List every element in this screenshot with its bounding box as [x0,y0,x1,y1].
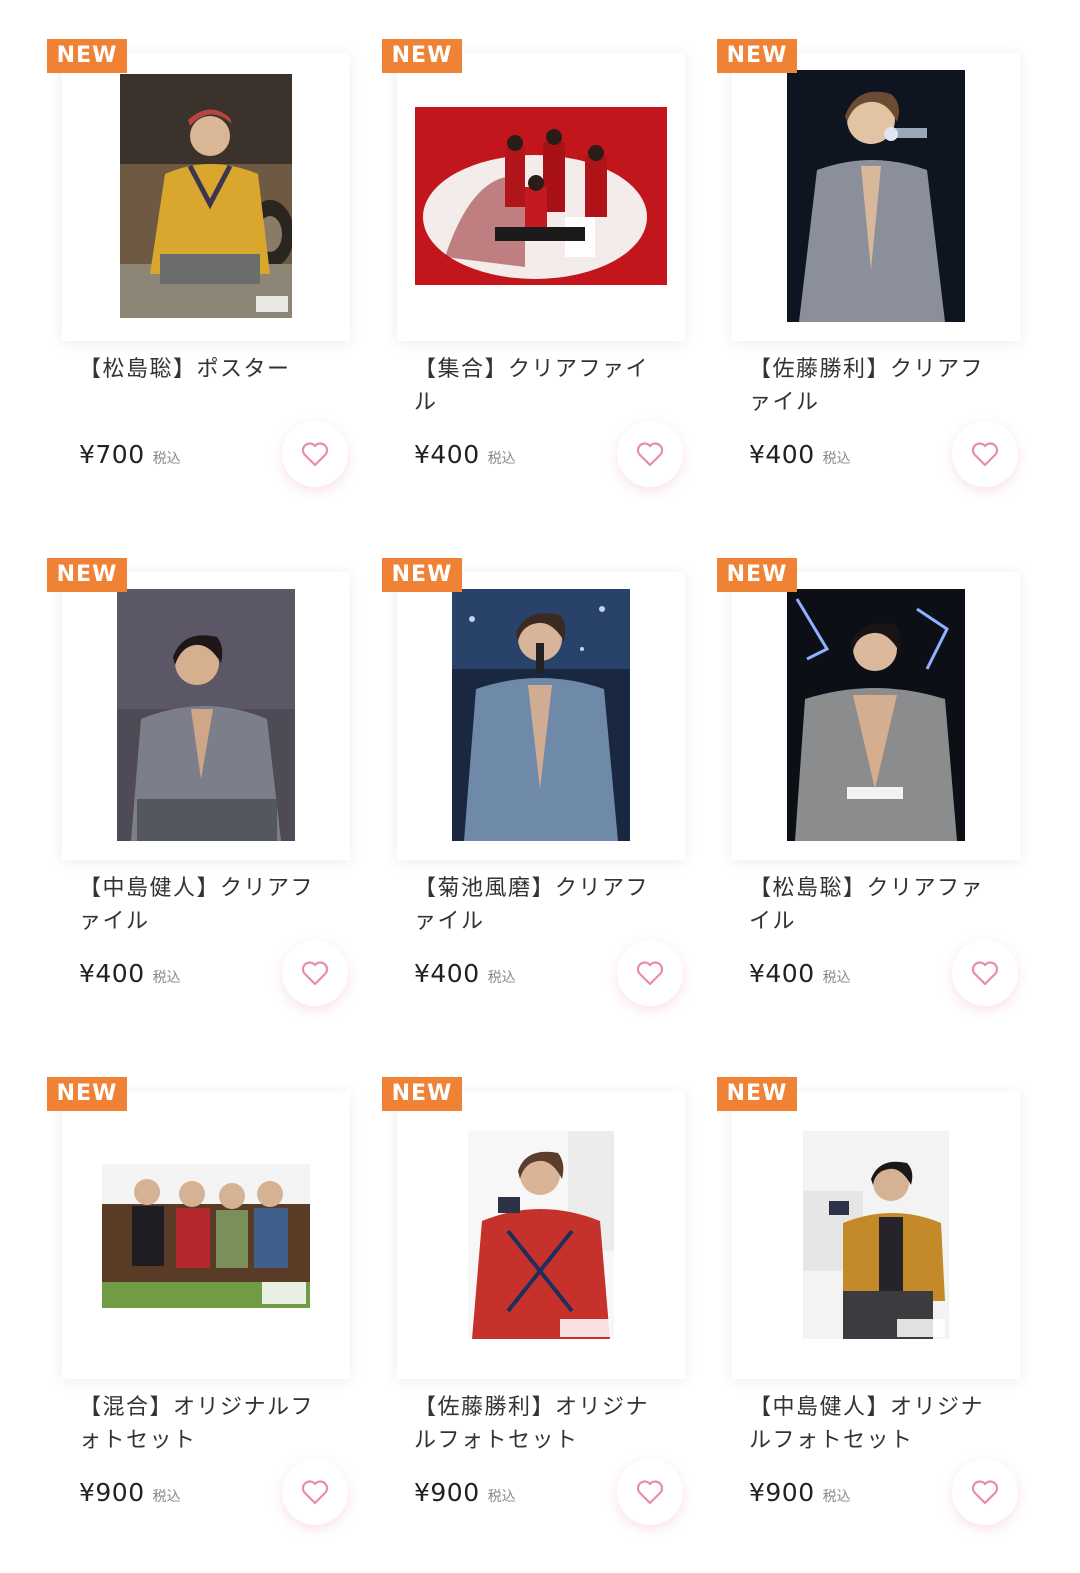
new-badge: NEW [47,39,127,73]
product-title[interactable]: 【菊池風磨】クリアファイル [414,872,654,938]
tax-label: 税込 [487,1489,516,1505]
favorite-button[interactable] [282,421,348,487]
product-title[interactable]: 【混合】オリジナルフォトセット [79,1391,319,1457]
product-price: ¥900 [749,1478,815,1507]
product-card[interactable]: NEW 【混合】オリジナルフォトセット ¥900 税込 [47,1073,350,1573]
new-badge: NEW [382,558,462,592]
product-card[interactable]: NEW 【佐藤勝利】オリジナルフォトセット ¥900 税込 [382,1073,685,1573]
price-row: ¥400 税込 [414,440,516,480]
tax-label: 税込 [152,1489,181,1505]
heart-outline-icon [971,442,999,467]
tax-label: 税込 [152,451,181,467]
product-thumbnail[interactable] [732,53,1020,341]
tax-label: 税込 [487,451,516,467]
price-row: ¥400 税込 [414,959,516,999]
product-thumbnail[interactable] [62,572,350,860]
new-badge: NEW [382,39,462,73]
favorite-button[interactable] [282,940,348,1006]
tax-label: 税込 [487,970,516,986]
new-badge: NEW [717,558,797,592]
new-badge: NEW [47,1077,127,1111]
product-card[interactable]: NEW 【中島健人】クリアファイル ¥400 税込 [47,554,350,1054]
product-image [787,589,965,841]
price-row: ¥400 税込 [749,959,851,999]
heart-outline-icon [971,1480,999,1505]
new-badge: NEW [382,1077,462,1111]
tax-label: 税込 [822,970,851,986]
product-card[interactable]: NEW 【松島聡】ポスター ¥700 税込 [47,35,350,535]
product-thumbnail[interactable] [732,572,1020,860]
heart-outline-icon [636,442,664,467]
heart-outline-icon [301,961,329,986]
product-card[interactable]: NEW 【佐藤勝利】クリアファイル ¥400 税込 [717,35,1020,535]
heart-outline-icon [301,1480,329,1505]
product-image [415,107,667,285]
product-card[interactable]: NEW 【菊池風磨】クリアファイル ¥400 税込 [382,554,685,1054]
tax-label: 税込 [822,1489,851,1505]
product-title[interactable]: 【中島健人】オリジナルフォトセット [749,1391,989,1457]
product-image [787,70,965,322]
product-image [468,1131,614,1339]
favorite-button[interactable] [952,1459,1018,1525]
product-image [102,1164,310,1308]
product-price: ¥900 [414,1478,480,1507]
heart-outline-icon [971,961,999,986]
price-row: ¥400 税込 [79,959,181,999]
new-badge: NEW [47,558,127,592]
new-badge: NEW [717,1077,797,1111]
product-price: ¥400 [414,959,480,988]
price-row: ¥900 税込 [79,1478,181,1518]
favorite-button[interactable] [617,1459,683,1525]
product-image [803,1131,949,1339]
product-card[interactable]: NEW 【中島健人】オリジナルフォトセット ¥900 税込 [717,1073,1020,1573]
product-card[interactable]: NEW 【松島聡】クリアファイル ¥400 税込 [717,554,1020,1054]
product-image [120,74,292,318]
product-price: ¥400 [414,440,480,469]
price-row: ¥700 税込 [79,440,181,480]
product-thumbnail[interactable] [62,1091,350,1379]
product-price: ¥400 [749,440,815,469]
heart-outline-icon [636,1480,664,1505]
favorite-button[interactable] [617,421,683,487]
tax-label: 税込 [822,451,851,467]
product-thumbnail[interactable] [397,1091,685,1379]
product-image [117,589,295,841]
product-image [452,589,630,841]
product-title[interactable]: 【集合】クリアファイル [414,353,654,419]
product-grid: NEW 【松島聡】ポスター ¥700 税込 NEW 【集合】クリアファイル ¥4… [0,0,1080,1559]
favorite-button[interactable] [952,940,1018,1006]
product-thumbnail[interactable] [732,1091,1020,1379]
product-thumbnail[interactable] [62,53,350,341]
price-row: ¥400 税込 [749,440,851,480]
product-title[interactable]: 【松島聡】クリアファイル [749,872,989,938]
product-price: ¥400 [749,959,815,988]
product-title[interactable]: 【松島聡】ポスター [79,353,319,386]
favorite-button[interactable] [952,421,1018,487]
price-row: ¥900 税込 [749,1478,851,1518]
product-price: ¥700 [79,440,145,469]
heart-outline-icon [636,961,664,986]
product-title[interactable]: 【中島健人】クリアファイル [79,872,319,938]
new-badge: NEW [717,39,797,73]
tax-label: 税込 [152,970,181,986]
product-thumbnail[interactable] [397,53,685,341]
product-price: ¥400 [79,959,145,988]
price-row: ¥900 税込 [414,1478,516,1518]
product-card[interactable]: NEW 【集合】クリアファイル ¥400 税込 [382,35,685,535]
product-price: ¥900 [79,1478,145,1507]
product-thumbnail[interactable] [397,572,685,860]
favorite-button[interactable] [282,1459,348,1525]
heart-outline-icon [301,442,329,467]
favorite-button[interactable] [617,940,683,1006]
product-title[interactable]: 【佐藤勝利】オリジナルフォトセット [414,1391,654,1457]
product-title[interactable]: 【佐藤勝利】クリアファイル [749,353,989,419]
